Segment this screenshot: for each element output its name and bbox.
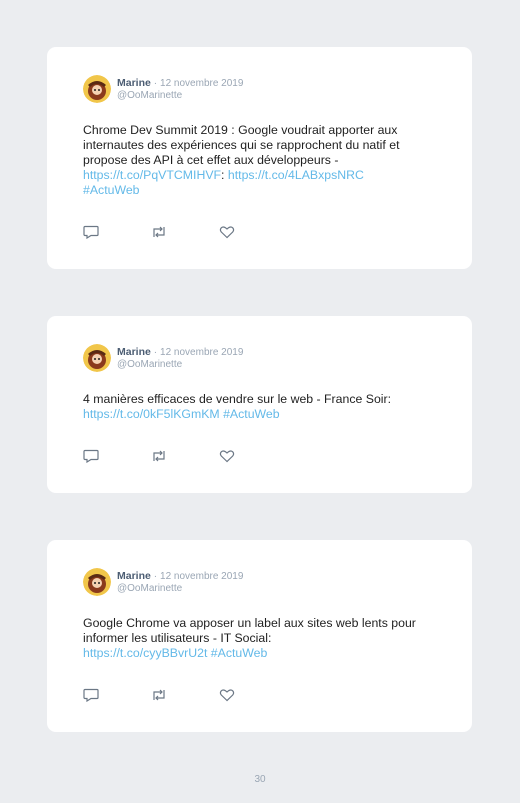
separator: · [153, 78, 158, 89]
tweet-link[interactable]: https://t.co/0kF5lKGmKM [83, 407, 220, 421]
avatar[interactable] [83, 568, 111, 596]
name-line: Marine · 12 novembre 2019 [117, 346, 243, 359]
tweet-card: Marine · 12 novembre 2019 @OoMarinette C… [47, 47, 472, 269]
reply-icon[interactable] [83, 449, 99, 463]
tweet-header: Marine · 12 novembre 2019 @OoMarinette [83, 344, 436, 374]
hashtag-link[interactable]: #ActuWeb [83, 183, 140, 197]
retweet-icon[interactable] [151, 449, 167, 463]
tweet-header: Marine · 12 novembre 2019 @OoMarinette [83, 568, 436, 598]
tweet-text: Google Chrome va apposer un label aux si… [83, 616, 436, 661]
author-name[interactable]: Marine [117, 77, 151, 89]
like-icon[interactable] [219, 449, 235, 463]
tweet-text-body: Chrome Dev Summit 2019 : Google voudrait… [83, 123, 400, 167]
tweet-date[interactable]: 12 novembre 2019 [160, 347, 243, 358]
name-line: Marine · 12 novembre 2019 [117, 77, 243, 90]
like-icon[interactable] [219, 225, 235, 239]
tweet-text: Chrome Dev Summit 2019 : Google voudrait… [83, 123, 436, 198]
tweet-text-body: 4 manières efficaces de vendre sur le we… [83, 392, 392, 406]
tweet-link[interactable]: https://t.co/PqVTCMIHVF [83, 168, 221, 182]
hashtag-link[interactable]: #ActuWeb [223, 407, 280, 421]
author-handle[interactable]: @OoMarinette [117, 583, 243, 595]
author-handle[interactable]: @OoMarinette [117, 90, 243, 102]
retweet-icon[interactable] [151, 225, 167, 239]
tweet-date[interactable]: 12 novembre 2019 [160, 571, 243, 582]
tweet-text: 4 manières efficaces de vendre sur le we… [83, 392, 436, 422]
tweet-card: Marine · 12 novembre 2019 @OoMarinette G… [47, 540, 472, 732]
reply-icon[interactable] [83, 225, 99, 239]
hashtag-link[interactable]: #ActuWeb [211, 646, 268, 660]
separator: · [153, 347, 158, 358]
tweet-meta: Marine · 12 novembre 2019 @OoMarinette [117, 346, 243, 371]
tweet-text-body: : [221, 168, 228, 182]
reply-icon[interactable] [83, 688, 99, 702]
separator: · [153, 571, 158, 582]
tweet-actions [83, 688, 287, 702]
avatar[interactable] [83, 344, 111, 372]
tweet-meta: Marine · 12 novembre 2019 @OoMarinette [117, 570, 243, 595]
tweet-link[interactable]: https://t.co/4LABxpsNRC [228, 168, 364, 182]
name-line: Marine · 12 novembre 2019 [117, 570, 243, 583]
tweet-link[interactable]: https://t.co/cyyBBvrU2t [83, 646, 207, 660]
tweet-text-body: Google Chrome va apposer un label aux si… [83, 616, 416, 645]
tweet-actions [83, 449, 287, 463]
tweet-card: Marine · 12 novembre 2019 @OoMarinette 4… [47, 316, 472, 493]
tweet-date[interactable]: 12 novembre 2019 [160, 78, 243, 89]
retweet-icon[interactable] [151, 688, 167, 702]
author-handle[interactable]: @OoMarinette [117, 359, 243, 371]
page-number: 30 [254, 774, 266, 785]
tweet-actions [83, 225, 287, 239]
author-name[interactable]: Marine [117, 346, 151, 358]
author-name[interactable]: Marine [117, 570, 151, 582]
tweet-header: Marine · 12 novembre 2019 @OoMarinette [83, 75, 436, 105]
tweet-meta: Marine · 12 novembre 2019 @OoMarinette [117, 77, 243, 102]
avatar[interactable] [83, 75, 111, 103]
like-icon[interactable] [219, 688, 235, 702]
